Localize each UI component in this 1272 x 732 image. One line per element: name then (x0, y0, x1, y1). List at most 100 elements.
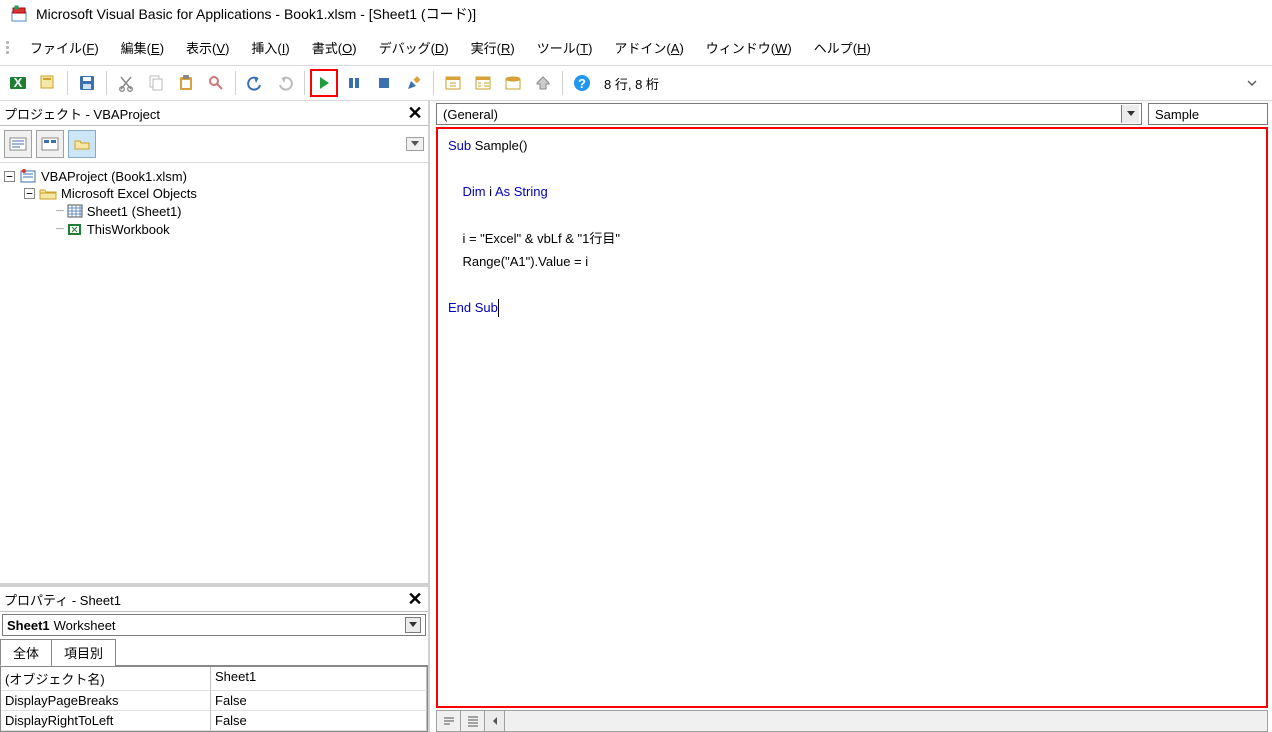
tree-item-label: ThisWorkbook (87, 222, 170, 237)
help-button[interactable]: ? (568, 69, 596, 97)
property-value[interactable]: Sheet1 (211, 667, 427, 691)
find-button[interactable] (202, 69, 230, 97)
svg-text:X: X (14, 75, 23, 90)
toolbar-separator (235, 71, 236, 95)
project-toolbar (0, 126, 428, 163)
tree-item-label: Sheet1 (Sheet1) (87, 204, 182, 219)
procedure-combo[interactable]: Sample (1148, 103, 1268, 125)
text-cursor (498, 299, 499, 317)
code-header: (General) Sample (436, 103, 1268, 125)
toolbar-separator (67, 71, 68, 95)
copy-button[interactable] (142, 69, 170, 97)
collapse-icon[interactable]: − (4, 171, 15, 182)
project-panel-close-button[interactable]: ✕ (404, 103, 426, 123)
design-mode-button[interactable] (400, 69, 428, 97)
insert-module-button[interactable] (34, 69, 62, 97)
svg-text:?: ? (578, 76, 586, 91)
toolbar-separator (562, 71, 563, 95)
project-toolbar-dropdown[interactable] (406, 137, 424, 151)
menu-format[interactable]: 書式(O) (304, 34, 365, 61)
menu-addins[interactable]: アドイン(A) (606, 34, 691, 61)
property-value[interactable]: False (211, 691, 427, 711)
properties-tabs: 全体 項目別 (0, 638, 428, 666)
properties-panel-title: プロパティ - Sheet1 (4, 590, 121, 609)
properties-object-type: Worksheet (54, 618, 116, 633)
redo-button[interactable] (271, 69, 299, 97)
tab-alphabetic[interactable]: 全体 (0, 639, 52, 666)
tree-folder[interactable]: − Microsoft Excel Objects (4, 185, 424, 202)
break-button[interactable] (340, 69, 368, 97)
object-browser-button[interactable] (499, 69, 527, 97)
properties-window-button[interactable] (469, 69, 497, 97)
reset-button[interactable] (370, 69, 398, 97)
menu-file[interactable]: ファイル(F) (22, 34, 107, 61)
toolbar-separator (433, 71, 434, 95)
folder-icon (39, 187, 57, 201)
tree-item-sheet1[interactable]: ┈ Sheet1 (Sheet1) (4, 202, 424, 220)
toolbar: X ? 8 行, 8 桁 (0, 66, 1272, 101)
chevron-down-icon[interactable] (405, 617, 421, 633)
horizontal-scrollbar[interactable] (505, 711, 1267, 731)
tree-item-thisworkbook[interactable]: ┈ ThisWorkbook (4, 220, 424, 238)
object-combo[interactable]: (General) (436, 103, 1142, 125)
properties-panel-header: プロパティ - Sheet1 ✕ (0, 587, 428, 612)
app-icon (10, 4, 30, 24)
workbook-icon (67, 222, 83, 236)
property-row[interactable]: DisplayPageBreaks False (1, 691, 427, 711)
tree-connector: ┈ (56, 221, 63, 237)
project-panel-title: プロジェクト - VBAProject (4, 104, 160, 123)
run-button[interactable] (310, 69, 338, 97)
tree-root[interactable]: − VBAProject (Book1.xlsm) (4, 167, 424, 185)
menu-run[interactable]: 実行(R) (463, 34, 523, 61)
menu-grip[interactable] (6, 37, 12, 59)
project-explorer-button[interactable] (439, 69, 467, 97)
undo-button[interactable] (241, 69, 269, 97)
tree-root-label: VBAProject (Book1.xlsm) (41, 169, 187, 184)
worksheet-icon (67, 204, 83, 218)
scroll-left-button[interactable] (485, 711, 505, 731)
project-panel-header: プロジェクト - VBAProject ✕ (0, 101, 428, 126)
left-pane: プロジェクト - VBAProject ✕ − VBAProject (Book… (0, 101, 430, 732)
toolbar-separator (304, 71, 305, 95)
titlebar: Microsoft Visual Basic for Applications … (0, 0, 1272, 30)
view-object-button[interactable] (36, 130, 64, 158)
tab-categorized[interactable]: 項目別 (51, 639, 116, 666)
cut-button[interactable] (112, 69, 140, 97)
window-title: Microsoft Visual Basic for Applications … (36, 4, 476, 24)
menu-window[interactable]: ウィンドウ(W) (698, 34, 800, 61)
project-tree[interactable]: − VBAProject (Book1.xlsm) − Microsoft Ex… (0, 163, 428, 583)
chevron-down-icon[interactable] (1121, 105, 1139, 123)
cursor-position-status: 8 行, 8 桁 (604, 74, 659, 93)
properties-panel: プロパティ - Sheet1 ✕ Sheet1 Worksheet 全体 項目別… (0, 583, 428, 732)
main-area: プロジェクト - VBAProject ✕ − VBAProject (Book… (0, 101, 1272, 732)
menu-debug[interactable]: デバッグ(D) (371, 34, 457, 61)
collapse-icon[interactable]: − (24, 188, 35, 199)
view-code-button[interactable] (4, 130, 32, 158)
menu-tools[interactable]: ツール(T) (529, 34, 601, 61)
properties-object-selector[interactable]: Sheet1 Worksheet (2, 614, 426, 636)
save-button[interactable] (73, 69, 101, 97)
properties-object-name: Sheet1 (7, 618, 50, 633)
tree-connector: ┈ (56, 203, 63, 219)
property-name: (オブジェクト名) (1, 667, 211, 691)
procedure-view-button[interactable] (437, 711, 461, 731)
code-pane: (General) Sample Sub Sample() Dim i As S… (430, 101, 1272, 732)
menu-edit[interactable]: 編集(E) (113, 34, 172, 61)
properties-panel-close-button[interactable]: ✕ (404, 589, 426, 609)
menu-insert[interactable]: 挿入(I) (243, 34, 297, 61)
property-row[interactable]: DisplayRightToLeft False (1, 711, 427, 731)
properties-grid[interactable]: (オブジェクト名) Sheet1 DisplayPageBreaks False… (0, 666, 428, 732)
toolbar-overflow-button[interactable] (1244, 71, 1260, 95)
tree-folder-label: Microsoft Excel Objects (61, 186, 197, 201)
menu-help[interactable]: ヘルプ(H) (806, 34, 879, 61)
paste-button[interactable] (172, 69, 200, 97)
full-module-view-button[interactable] (461, 711, 485, 731)
menu-view[interactable]: 表示(V) (178, 34, 237, 61)
view-excel-button[interactable]: X (4, 69, 32, 97)
property-value[interactable]: False (211, 711, 427, 731)
property-name: DisplayRightToLeft (1, 711, 211, 731)
property-row[interactable]: (オブジェクト名) Sheet1 (1, 667, 427, 691)
code-editor[interactable]: Sub Sample() Dim i As String i = "Excel"… (436, 127, 1268, 708)
toggle-folders-button[interactable] (68, 130, 96, 158)
toolbox-button[interactable] (529, 69, 557, 97)
